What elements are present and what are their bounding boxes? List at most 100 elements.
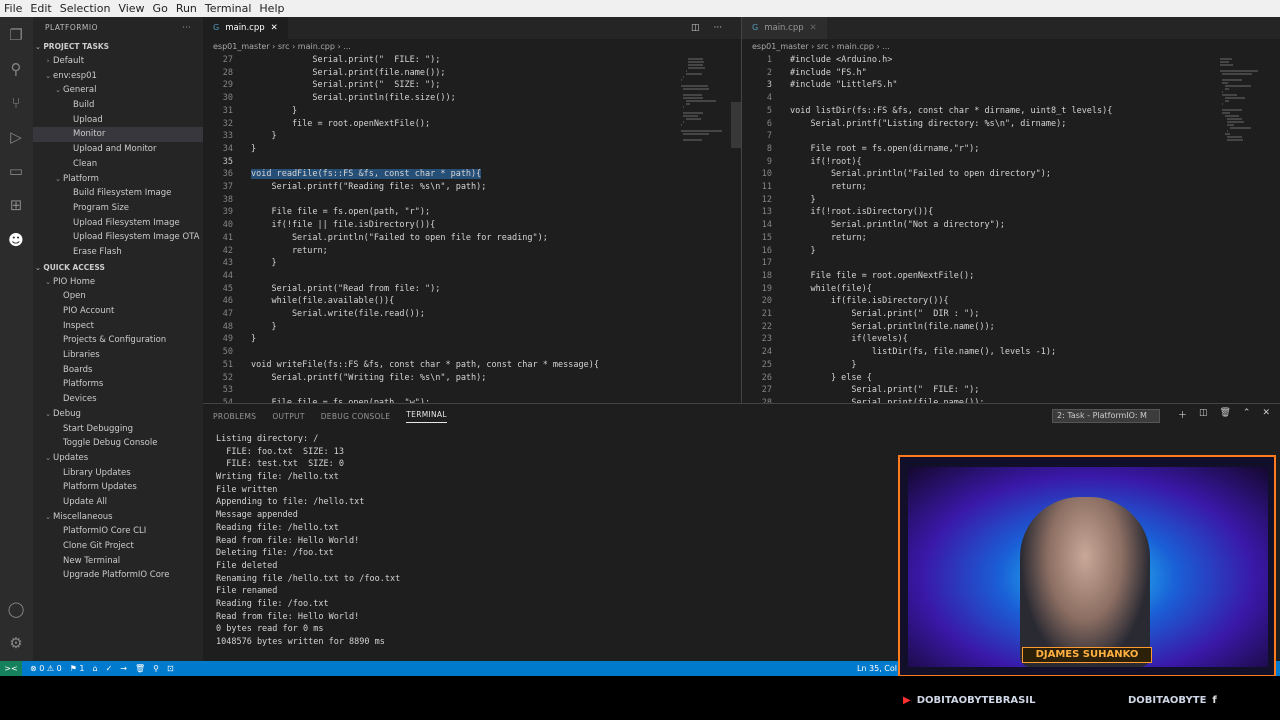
code-line[interactable]: 40 if(!file || file.isDirectory()){ xyxy=(203,219,741,232)
code-line[interactable]: 27 Serial.print(" FILE: "); xyxy=(203,54,741,67)
code-line[interactable]: 9 if(!root){ xyxy=(742,156,1280,169)
pio-monitor-icon[interactable]: ⊡ xyxy=(167,664,174,673)
task-general[interactable]: ⌄ General xyxy=(33,83,203,98)
left-minimap[interactable] xyxy=(681,54,729,403)
code-line[interactable]: 21 Serial.print(" DIR : "); xyxy=(742,308,1280,321)
task-miscellaneous[interactable]: ⌄ Miscellaneous xyxy=(33,510,203,525)
task-libraries[interactable]: Libraries xyxy=(33,348,203,363)
code-line[interactable]: 50 xyxy=(203,346,741,359)
code-line[interactable]: 11 return; xyxy=(742,181,1280,194)
code-line[interactable]: 14 Serial.println("Not a directory"); xyxy=(742,219,1280,232)
task-boards[interactable]: Boards xyxy=(33,363,203,378)
code-line[interactable]: 30 Serial.println(file.size()); xyxy=(203,92,741,105)
files-icon[interactable]: ❐ xyxy=(6,25,26,45)
code-line[interactable]: 24 listDir(fs, file.name(), levels -1); xyxy=(742,346,1280,359)
quick-access-header[interactable]: ⌄ QUICK ACCESS xyxy=(33,260,203,275)
more-actions-icon[interactable]: ··· xyxy=(182,17,191,39)
task-platform-updates[interactable]: Platform Updates xyxy=(33,480,203,495)
settings-gear-icon[interactable]: ⚙ xyxy=(6,633,26,653)
menu-view[interactable]: View xyxy=(114,2,148,15)
menu-selection[interactable]: Selection xyxy=(56,2,115,15)
platformio-icon[interactable]: ☻ xyxy=(6,230,26,250)
menu-go[interactable]: Go xyxy=(149,2,172,15)
pio-clean-icon[interactable]: 🗑 xyxy=(135,664,145,673)
code-line[interactable]: 53 xyxy=(203,384,741,397)
search-icon[interactable]: ⚲ xyxy=(6,59,26,79)
panel-tab-debug-console[interactable]: DEBUG CONSOLE xyxy=(321,412,391,421)
code-line[interactable]: 4 xyxy=(742,92,1280,105)
code-line[interactable]: 7 xyxy=(742,130,1280,143)
code-line[interactable]: 34} xyxy=(203,143,741,156)
task-pio-home[interactable]: ⌄ PIO Home xyxy=(33,275,203,290)
task-upload-filesystem-image[interactable]: Upload Filesystem Image xyxy=(33,216,203,231)
right-code-editor[interactable]: 1 #include <Arduino.h> 2 #include "FS.h" 3 #i… xyxy=(742,54,1280,403)
task-program-size[interactable]: Program Size xyxy=(33,201,203,216)
panel-tab-problems[interactable]: PROBLEMS xyxy=(213,412,256,421)
pio-test-icon[interactable]: ⚲ xyxy=(153,664,159,673)
code-line[interactable]: 44 xyxy=(203,270,741,283)
task-pio-account[interactable]: PIO Account xyxy=(33,304,203,319)
code-line[interactable]: 35 xyxy=(203,156,741,169)
close-icon[interactable]: ✕ xyxy=(271,17,278,39)
code-line[interactable]: 49} xyxy=(203,333,741,346)
task-upload-and-monitor[interactable]: Upload and Monitor xyxy=(33,142,203,157)
close-panel-icon[interactable]: ✕ xyxy=(1262,408,1270,421)
task-upload-filesystem-image-ota[interactable]: Upload Filesystem Image OTA xyxy=(33,230,203,245)
code-line[interactable]: 17 xyxy=(742,257,1280,270)
code-line[interactable]: 2 #include "FS.h" xyxy=(742,67,1280,80)
task-projects-configuration[interactable]: Projects & Configuration xyxy=(33,333,203,348)
task-open[interactable]: Open xyxy=(33,289,203,304)
task-start-debugging[interactable]: Start Debugging xyxy=(33,422,203,437)
account-icon[interactable]: ◯ xyxy=(6,599,26,619)
split-terminal-icon[interactable]: ◫ xyxy=(1199,408,1208,421)
code-line[interactable]: 23 if(levels){ xyxy=(742,333,1280,346)
task-debug[interactable]: ⌄ Debug xyxy=(33,407,203,422)
code-line[interactable]: 26 } else { xyxy=(742,372,1280,385)
menu-run[interactable]: Run xyxy=(172,2,201,15)
terminal-select[interactable]: 2: Task - PlatformIO: M xyxy=(1052,409,1160,423)
menu-edit[interactable]: Edit xyxy=(26,2,55,15)
code-line[interactable]: 25 } xyxy=(742,359,1280,372)
code-line[interactable]: 5 void listDir(fs::FS &fs, const char * d… xyxy=(742,105,1280,118)
code-line[interactable]: 22 Serial.println(file.name()); xyxy=(742,321,1280,334)
code-line[interactable]: 15 return; xyxy=(742,232,1280,245)
code-line[interactable]: 13 if(!root.isDirectory()){ xyxy=(742,206,1280,219)
menu-help[interactable]: Help xyxy=(255,2,288,15)
task-devices[interactable]: Devices xyxy=(33,392,203,407)
task-env-esp01[interactable]: ⌄ env:esp01 xyxy=(33,69,203,84)
code-line[interactable]: 1 #include <Arduino.h> xyxy=(742,54,1280,67)
code-line[interactable]: 28 Serial.print(file.name()); xyxy=(203,67,741,80)
code-line[interactable]: 46 while(file.available()){ xyxy=(203,295,741,308)
code-line[interactable]: 45 Serial.print("Read from file: "); xyxy=(203,283,741,296)
code-line[interactable]: 19 while(file){ xyxy=(742,283,1280,296)
code-line[interactable]: 8 File root = fs.open(dirname,"r"); xyxy=(742,143,1280,156)
panel-tab-terminal[interactable]: TERMINAL xyxy=(406,410,447,423)
breadcrumb-left[interactable]: esp01_master › src › main.cpp › ... xyxy=(203,40,741,54)
code-line[interactable]: 38 xyxy=(203,194,741,207)
task-updates[interactable]: ⌄ Updates xyxy=(33,451,203,466)
maximize-panel-icon[interactable]: ⌃ xyxy=(1243,408,1251,421)
code-line[interactable]: 36 void readFile(fs::FS &fs, const char *… xyxy=(203,168,741,181)
code-line[interactable]: 32 file = root.openNextFile(); xyxy=(203,118,741,131)
tab-main-cpp-left[interactable]: G main.cpp ✕ xyxy=(203,17,288,39)
task-monitor[interactable]: Monitor xyxy=(33,127,203,143)
task-platformio-core-cli[interactable]: PlatformIO Core CLI xyxy=(33,524,203,539)
code-line[interactable]: 52 Serial.printf("Writing file: %s\n", p… xyxy=(203,372,741,385)
code-line[interactable]: 47 Serial.write(file.read()); xyxy=(203,308,741,321)
close-icon[interactable]: ✕ xyxy=(810,17,817,39)
kill-terminal-icon[interactable]: 🗑 xyxy=(1219,408,1230,421)
code-line[interactable]: 12 } xyxy=(742,194,1280,207)
task-platforms[interactable]: Platforms xyxy=(33,377,203,392)
remote-indicator[interactable]: >< xyxy=(0,661,22,676)
menu-terminal[interactable]: Terminal xyxy=(201,2,256,15)
code-line[interactable]: 48 } xyxy=(203,321,741,334)
source-control-icon[interactable]: ⑂ xyxy=(6,93,26,113)
terminal-output[interactable]: Listing directory: / FILE: foo.txt SIZE:… xyxy=(216,433,400,649)
code-line[interactable]: 42 return; xyxy=(203,245,741,258)
code-line[interactable]: 37 Serial.printf("Reading file: %s\n", p… xyxy=(203,181,741,194)
code-line[interactable]: 20 if(file.isDirectory()){ xyxy=(742,295,1280,308)
tab-main-cpp-right[interactable]: G main.cpp ✕ xyxy=(742,17,827,39)
code-line[interactable]: 3 #include "LittleFS.h" xyxy=(742,79,1280,92)
code-line[interactable]: 51 void writeFile(fs::FS &fs, const char … xyxy=(203,359,741,372)
menu-file[interactable]: File xyxy=(0,2,26,15)
